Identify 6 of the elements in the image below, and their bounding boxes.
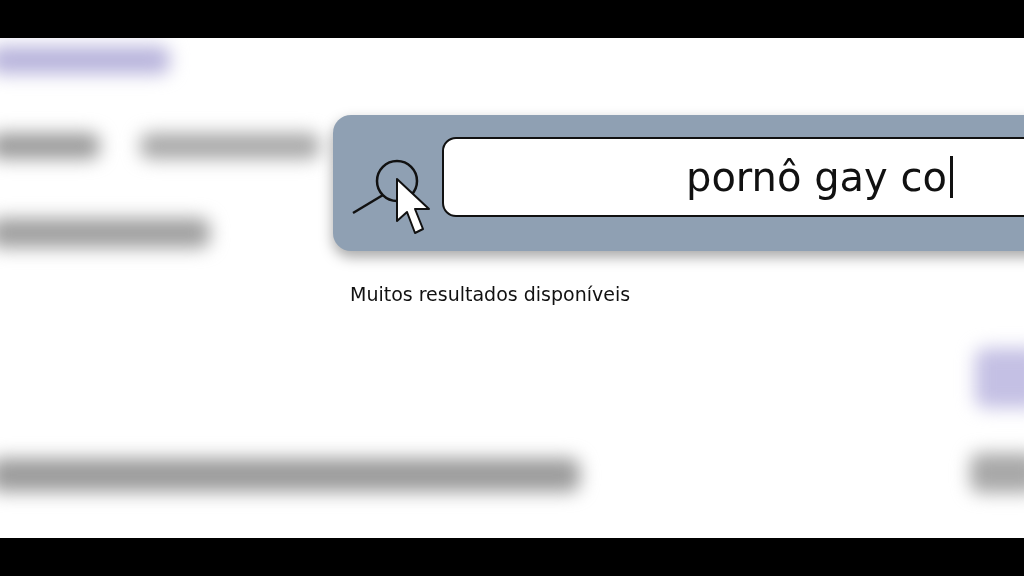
blurred-background [970, 453, 1024, 493]
search-field[interactable]: pornô gay co [442, 137, 1024, 217]
blurred-background [975, 348, 1024, 408]
search-text: pornô gay co [686, 154, 947, 200]
results-caption: Muitos resultados disponíveis [350, 283, 632, 305]
text-cursor [949, 156, 953, 198]
